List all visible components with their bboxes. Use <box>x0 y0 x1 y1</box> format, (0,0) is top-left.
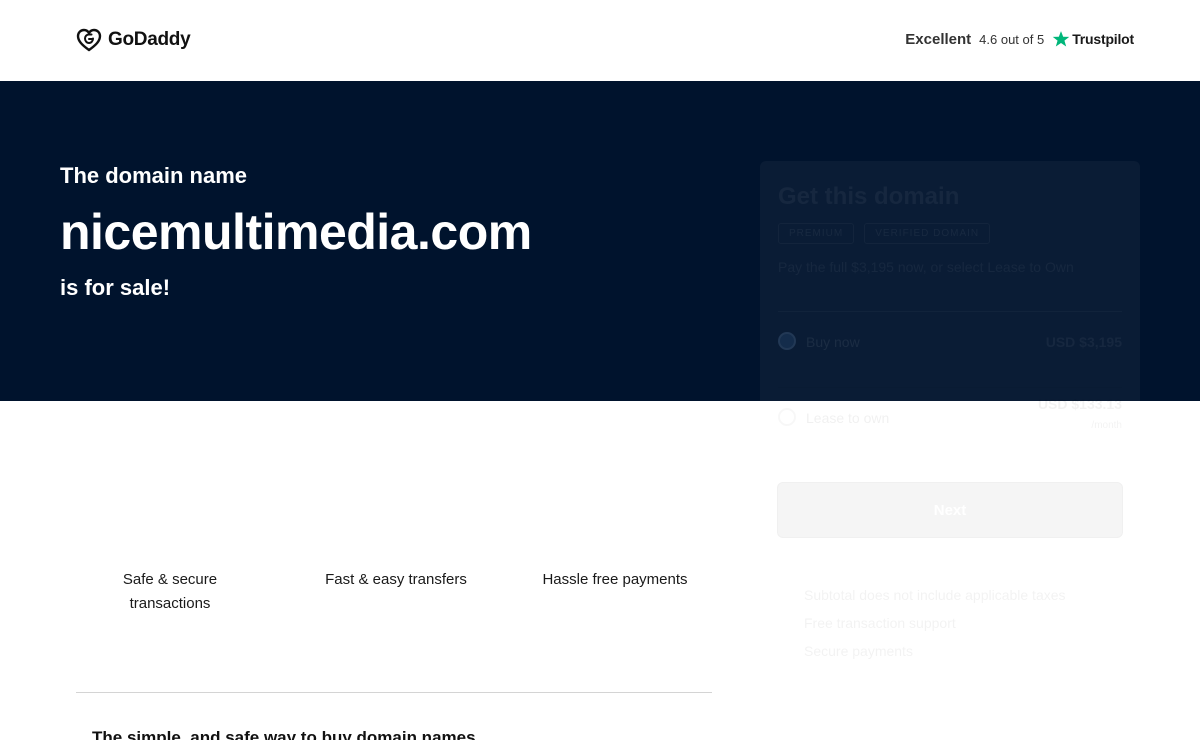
section-divider <box>76 692 712 693</box>
trustpilot-name: Trustpilot <box>1072 31 1134 47</box>
feature-fast-transfers: Fast & easy transfers <box>325 571 467 588</box>
buy-now-price: USD $3,195 <box>1045 334 1122 350</box>
badge-group: PREMIUM VERIFIED DOMAIN <box>778 223 991 244</box>
top-bar: GoDaddy Excellent 4.6 out of 5 Trustpilo… <box>0 0 1200 81</box>
feature-safe-secure: Safe & secure transactions <box>122 571 218 612</box>
buy-now-radio[interactable] <box>778 332 796 350</box>
trustpilot-rating[interactable]: Excellent 4.6 out of 5 Trustpilot <box>905 30 1134 48</box>
hero-pre-text: The domain name <box>60 163 248 188</box>
purchase-card: Get this domain PREMIUM VERIFIED DOMAIN … <box>760 161 1140 740</box>
logo-text: GoDaddy <box>108 29 191 50</box>
trustpilot-star-icon <box>1052 31 1070 47</box>
rating-label: Excellent <box>905 30 972 48</box>
godaddy-heart-icon <box>76 28 102 52</box>
card-feature-item: Secure payments <box>804 643 913 659</box>
section-heading: The simple, and safe way to buy domain n… <box>92 728 476 740</box>
lease-to-own-option[interactable]: Lease to own USD $133.13 /month <box>778 387 1122 451</box>
buy-now-label: Buy now <box>806 334 860 350</box>
card-title: Get this domain <box>778 183 960 210</box>
next-button[interactable]: Next <box>777 482 1123 538</box>
lease-to-own-note: /month <box>1091 420 1122 431</box>
domain-name-heading: nicemultimedia.com <box>60 204 532 260</box>
feature-row: Safe & secure transactions Fast & easy t… <box>76 568 712 616</box>
lease-to-own-radio[interactable] <box>778 408 796 426</box>
card-feature-list: Subtotal does not include applicable tax… <box>804 587 1066 671</box>
buy-now-option[interactable]: Buy now USD $3,195 <box>778 311 1122 375</box>
feature-hassle-free: Hassle free payments <box>542 571 688 588</box>
rating-score: 4.6 out of 5 <box>979 31 1045 47</box>
premium-badge: PREMIUM <box>778 223 855 244</box>
verified-domain-badge: VERIFIED DOMAIN <box>864 223 991 244</box>
card-feature-item: Subtotal does not include applicable tax… <box>804 587 1066 603</box>
lease-to-own-price: USD $133.13 <box>1037 396 1122 412</box>
card-feature-item: Free transaction support <box>804 615 956 631</box>
hero-post-text: is for sale! <box>60 275 171 300</box>
lease-to-own-label: Lease to own <box>806 410 890 426</box>
card-subtitle: Pay the full $3,195 now, or select Lease… <box>778 259 1074 275</box>
godaddy-logo[interactable]: GoDaddy <box>76 28 191 52</box>
